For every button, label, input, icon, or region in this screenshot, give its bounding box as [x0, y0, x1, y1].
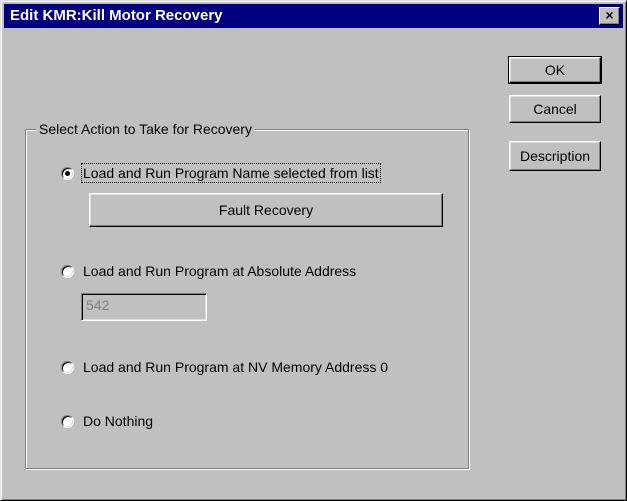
- radio-label: Load and Run Program Name selected from …: [81, 163, 381, 183]
- radio-option-do-nothing[interactable]: Do Nothing: [61, 413, 153, 429]
- cancel-button[interactable]: Cancel: [509, 95, 601, 123]
- close-icon[interactable]: ×: [599, 7, 620, 25]
- radio-button[interactable]: [61, 360, 74, 374]
- radio-option-nv-memory[interactable]: Load and Run Program at NV Memory Addres…: [61, 359, 388, 375]
- radio-button[interactable]: [61, 264, 74, 278]
- absolute-address-field[interactable]: 542: [81, 293, 207, 321]
- radio-button-checked[interactable]: [61, 166, 74, 180]
- radio-option-absolute-address[interactable]: Load and Run Program at Absolute Address: [61, 263, 356, 279]
- fault-recovery-button[interactable]: Fault Recovery: [89, 193, 443, 227]
- radio-label: Load and Run Program at Absolute Address: [83, 263, 357, 279]
- window-title: Edit KMR:Kill Motor Recovery: [10, 7, 223, 24]
- radio-label: Load and Run Program at NV Memory Addres…: [83, 359, 389, 375]
- ok-button[interactable]: OK: [508, 56, 602, 84]
- group-label: Select Action to Take for Recovery: [36, 121, 255, 137]
- radio-option-program-name[interactable]: Load and Run Program Name selected from …: [61, 163, 381, 183]
- description-button[interactable]: Description: [509, 141, 601, 171]
- title-bar[interactable]: Edit KMR:Kill Motor Recovery ×: [4, 4, 623, 28]
- dialog-window: Edit KMR:Kill Motor Recovery × OK Cancel…: [0, 0, 627, 501]
- radio-button[interactable]: [61, 414, 74, 428]
- radio-label: Do Nothing: [83, 413, 154, 429]
